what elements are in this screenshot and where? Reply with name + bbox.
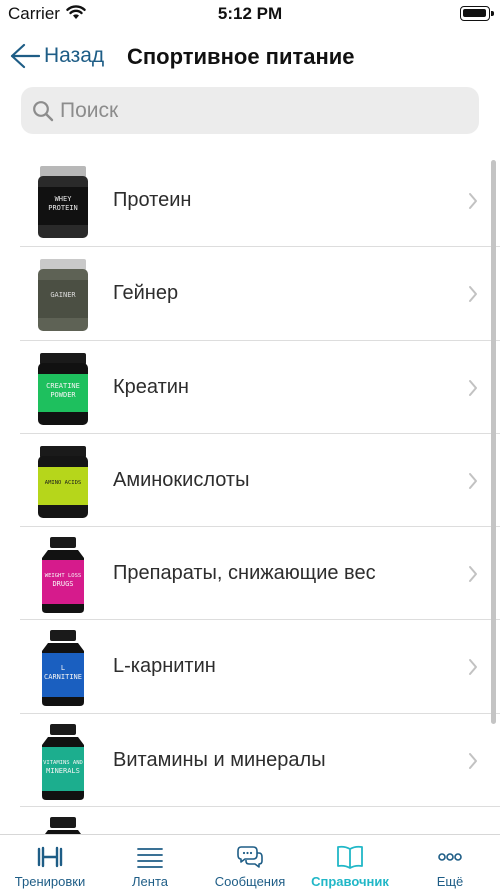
thumb-text: POWDER bbox=[50, 391, 76, 399]
tab-chat-bubbles[interactable]: Сообщения bbox=[200, 835, 300, 889]
chevron-right-icon bbox=[469, 566, 477, 583]
list-item-label: Препараты, снижающие вес bbox=[113, 562, 376, 585]
creatine-jar-icon: CREATINEPOWDER bbox=[38, 352, 88, 425]
tab-label: Тренировки bbox=[14, 874, 86, 889]
clock: 5:12 PM bbox=[217, 4, 283, 23]
chevron-right-icon bbox=[469, 286, 477, 303]
protein-jar-icon: WHEYPROTEIN bbox=[38, 166, 88, 238]
tab-book[interactable]: Справочник bbox=[300, 835, 400, 889]
battery-icon bbox=[460, 6, 494, 21]
product-thumbnail: GAINER bbox=[28, 256, 98, 334]
tab-more-dots[interactable]: Ещё bbox=[400, 835, 500, 889]
list-item-label: Аминокислоты bbox=[113, 468, 250, 491]
tab-dumbbell[interactable]: Тренировки bbox=[0, 835, 100, 889]
search-icon bbox=[33, 100, 54, 121]
product-thumbnail: WEIGHT LOSS DRUGS bbox=[28, 536, 98, 614]
list-item[interactable]: VITAMINS AND MINERALS Витамины и минералы bbox=[0, 714, 500, 808]
tab-icon-wrapper bbox=[435, 844, 465, 870]
product-thumbnail: VITAMINS AND MINERALS bbox=[28, 723, 98, 801]
list-item[interactable]: WEIGHT LOSS DRUGS Препараты, снижающие вес bbox=[0, 527, 500, 621]
tab-label: Лента bbox=[132, 874, 168, 889]
gainer-jar-icon: GAINER bbox=[38, 259, 88, 332]
chat-bubbles-icon bbox=[237, 846, 263, 868]
tab-icon-wrapper bbox=[235, 844, 265, 870]
search-bar[interactable] bbox=[21, 87, 479, 134]
list-item-label: L-карнитин bbox=[113, 655, 216, 678]
chevron-right-icon bbox=[469, 193, 477, 209]
bottle-icon bbox=[45, 817, 81, 834]
back-arrow-icon bbox=[10, 43, 40, 69]
tab-feed-lines[interactable]: Лента bbox=[100, 835, 200, 889]
list-item[interactable]: GAINER Гейнер bbox=[0, 247, 500, 341]
list-item[interactable]: L CARNITINE L-карнитин bbox=[0, 620, 500, 715]
tab-label: Справочник bbox=[311, 874, 389, 889]
list-item[interactable] bbox=[0, 807, 500, 834]
thumb-text: AMINO ACIDS bbox=[45, 480, 81, 486]
product-thumbnail: WHEY PROTEIN bbox=[28, 163, 98, 241]
tab-bar: Тренировки Лента Сообщения Справочник Ещё bbox=[0, 834, 500, 889]
product-thumbnail: L CARNITINE bbox=[28, 629, 98, 707]
tab-label: Ещё bbox=[436, 874, 464, 889]
tab-icon-wrapper bbox=[335, 844, 365, 870]
list-item-label: Креатин bbox=[113, 375, 189, 398]
tab-icon-wrapper bbox=[135, 844, 165, 870]
thumb-text: GAINER bbox=[50, 291, 76, 299]
chevron-right-icon bbox=[469, 472, 477, 489]
chevron-right-icon bbox=[469, 752, 477, 769]
more-dots-icon bbox=[438, 853, 462, 861]
vitamins-bottle-icon: VITAMINS ANDMINERALS bbox=[42, 723, 84, 800]
page-title: Спортивное питание bbox=[127, 44, 355, 69]
thumb-text: DRUGS bbox=[52, 580, 73, 588]
product-thumbnail bbox=[28, 816, 98, 834]
list-item[interactable]: AMINO ACIDS Аминокислоты bbox=[0, 434, 500, 528]
book-icon bbox=[337, 845, 363, 869]
list-item-label: Витамины и минералы bbox=[113, 748, 326, 771]
chevron-right-icon bbox=[469, 379, 477, 396]
category-list: WHEY PROTEIN Протеин GAINER Гейнер CREATINE PO… bbox=[0, 154, 500, 834]
thumb-text: CARNITINE bbox=[44, 673, 82, 681]
thumb-text: CREATINE bbox=[46, 382, 80, 390]
status-bar: Carrier 5:12 PM bbox=[0, 0, 500, 28]
feed-lines-icon bbox=[137, 848, 163, 868]
chevron-right-icon bbox=[469, 659, 477, 676]
back-label: Назад bbox=[44, 44, 105, 67]
carnitine-bottle-icon: LCARNITINE bbox=[42, 630, 84, 707]
tab-label: Сообщения bbox=[214, 874, 286, 889]
thumb-text: WHEY bbox=[55, 195, 73, 203]
thumb-text: VITAMINS AND bbox=[43, 760, 83, 766]
list-item[interactable]: WHEY PROTEIN Протеин bbox=[0, 154, 500, 248]
search-input[interactable] bbox=[60, 98, 440, 123]
list-item[interactable]: CREATINE POWDER Креатин bbox=[0, 341, 500, 435]
list-item-label: Гейнер bbox=[113, 282, 179, 305]
thumb-text: WEIGHT LOSS bbox=[45, 573, 81, 579]
thumb-text: MINERALS bbox=[46, 767, 80, 775]
thumb-text: PROTEIN bbox=[48, 204, 78, 212]
back-button[interactable]: Назад bbox=[10, 40, 104, 72]
product-thumbnail: AMINO ACIDS bbox=[28, 443, 98, 521]
product-thumbnail: CREATINE POWDER bbox=[28, 350, 98, 428]
tab-icon-wrapper bbox=[35, 844, 65, 870]
amino-jar-icon: AMINO ACIDS bbox=[38, 445, 88, 518]
dumbbell-icon bbox=[37, 846, 63, 868]
navigation-bar: Назад Спортивное питание bbox=[0, 30, 500, 82]
weight-loss-bottle-icon: WEIGHT LOSSDRUGS bbox=[42, 537, 84, 614]
list-item-label: Протеин bbox=[113, 189, 192, 211]
thumb-text: L bbox=[61, 664, 65, 672]
scrollbar[interactable] bbox=[491, 160, 496, 724]
